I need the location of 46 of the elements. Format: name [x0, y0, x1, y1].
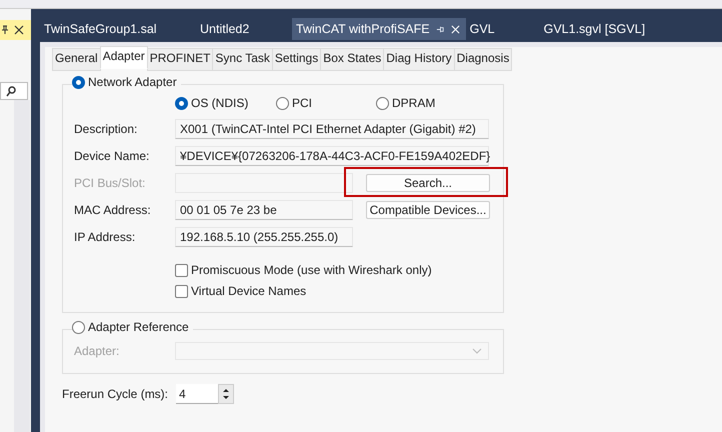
editor-tab[interactable]: TwinSafeGroup1.sal — [40, 18, 196, 40]
group-title: Network Adapter — [88, 75, 177, 89]
property-tab[interactable]: PROFINET — [146, 48, 214, 71]
property-tab[interactable]: Adapter — [100, 46, 148, 69]
field-label: Description: — [74, 122, 138, 136]
field-label: Adapter: — [74, 344, 120, 358]
field-label: MAC Address: — [74, 203, 152, 217]
scrollbar[interactable] — [14, 100, 30, 432]
checkbox-label: Promiscuous Mode (use with Wireshark only) — [191, 263, 432, 277]
search-icon[interactable] — [5, 85, 17, 97]
search-field[interactable] — [0, 82, 28, 100]
radio-label: PCI — [292, 96, 312, 110]
chevron-down-icon — [472, 348, 482, 354]
editor-tab[interactable]: Untitled2 — [196, 18, 292, 40]
property-tab[interactable]: Diag History — [383, 48, 455, 71]
radio-button[interactable] — [72, 76, 85, 88]
checkbox[interactable] — [175, 264, 188, 276]
number-field[interactable]: 4 — [176, 384, 218, 404]
property-tab[interactable]: Sync Task — [212, 48, 273, 71]
editor-tab[interactable]: GVL1.sgvl [SGVL] — [540, 18, 652, 40]
input-field[interactable]: X001 (TwinCAT-Intel PCI Ethernet Adapter (Gigabit) #2) — [175, 119, 489, 139]
push-button[interactable]: Search... — [366, 174, 490, 192]
radio-label: DPRAM — [392, 96, 436, 110]
checkbox-label: Virtual Device Names — [191, 284, 306, 298]
input-field[interactable]: 00 01 05 7e 23 be — [175, 200, 353, 220]
property-tab[interactable]: Settings — [272, 48, 322, 71]
close-icon[interactable] — [14, 25, 24, 35]
field-label: PCI Bus/Slot: — [74, 176, 146, 190]
radio-button[interactable] — [175, 96, 188, 110]
spin-buttons[interactable] — [218, 384, 234, 404]
group-title: Adapter Reference — [88, 320, 189, 334]
property-tab[interactable]: General — [52, 48, 101, 71]
property-tab[interactable]: Diagnosis — [454, 48, 512, 71]
editor-tab[interactable]: GVL — [466, 18, 540, 40]
radio-button[interactable] — [276, 96, 289, 110]
field-label: IP Address: — [74, 230, 136, 244]
property-tab[interactable]: Box States — [320, 48, 384, 71]
pin-icon[interactable] — [0, 25, 10, 35]
input-field[interactable]: ¥DEVICE¥{07263206-178A-44C3-ACF0-FE159A402EDF} — [175, 146, 489, 166]
radio-label: OS (NDIS) — [191, 96, 248, 110]
input-field[interactable]: 192.168.5.10 (255.255.255.0) — [175, 227, 353, 247]
checkbox[interactable] — [175, 284, 188, 298]
field-label: Device Name: — [74, 149, 150, 163]
field-label: Freerun Cycle (ms): — [62, 387, 170, 401]
radio-button[interactable] — [376, 96, 389, 110]
push-button[interactable]: Compatible Devices... — [366, 201, 490, 219]
